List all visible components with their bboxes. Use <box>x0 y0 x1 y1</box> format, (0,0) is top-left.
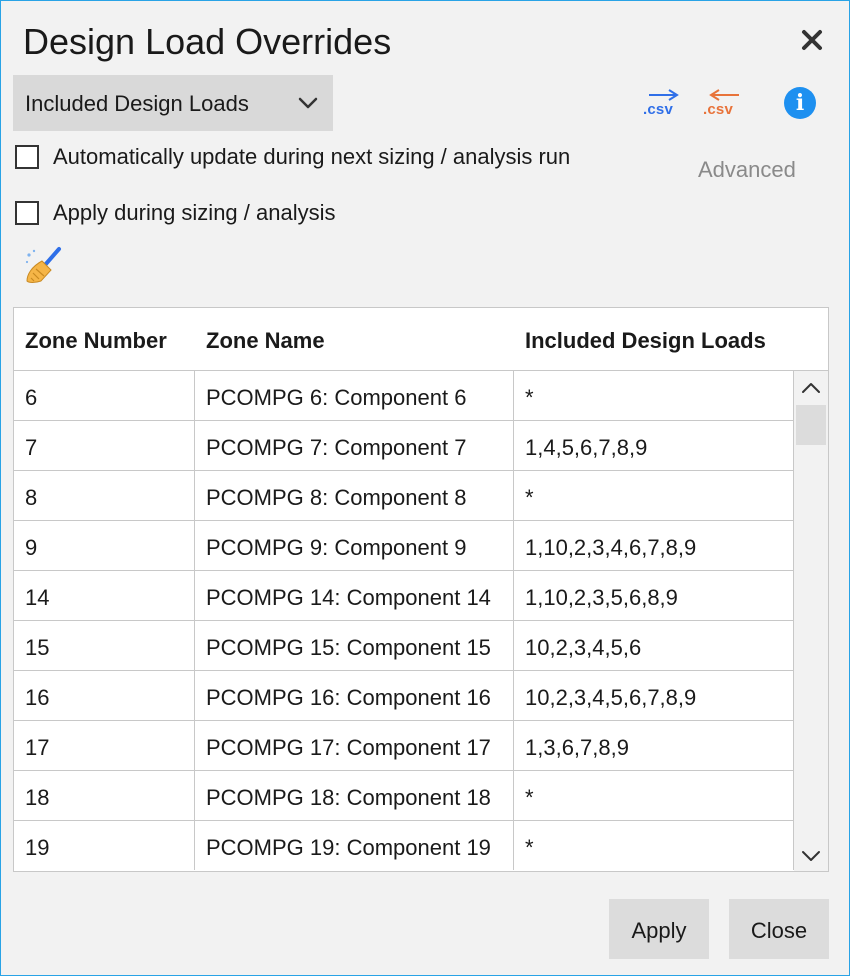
zone-number-cell[interactable]: 7 <box>14 420 195 470</box>
included-design-loads-cell[interactable]: 10,2,3,4,5,6 <box>514 620 794 670</box>
table-row[interactable]: 19 PCOMPG 19: Component 19 * <box>14 820 794 870</box>
zone-name-cell[interactable]: PCOMPG 8: Component 8 <box>195 470 514 520</box>
table-row[interactable]: 7 PCOMPG 7: Component 7 1,4,5,6,7,8,9 <box>14 420 794 470</box>
included-design-loads-cell[interactable]: * <box>514 470 794 520</box>
included-design-loads-cell[interactable]: * <box>514 820 794 870</box>
zone-number-cell[interactable]: 9 <box>14 520 195 570</box>
chevron-down-icon[interactable] <box>800 845 822 867</box>
zone-number-cell[interactable]: 6 <box>14 370 195 420</box>
export-csv-label: .csv <box>643 101 673 118</box>
zone-number-cell[interactable]: 14 <box>14 570 195 620</box>
zone-name-cell[interactable]: PCOMPG 19: Component 19 <box>195 820 514 870</box>
scrollbar-thumb[interactable] <box>796 405 826 445</box>
arrow-left-icon <box>709 89 739 101</box>
zone-number-cell[interactable]: 16 <box>14 670 195 720</box>
import-csv-label: .csv <box>703 101 733 118</box>
zone-number-cell[interactable]: 18 <box>14 770 195 820</box>
advanced-link[interactable]: Advanced <box>698 157 796 183</box>
table-row[interactable]: 15 PCOMPG 15: Component 15 10,2,3,4,5,6 <box>14 620 794 670</box>
info-icon[interactable]: i <box>784 87 816 119</box>
zone-number-cell[interactable]: 19 <box>14 820 195 870</box>
zone-name-cell[interactable]: PCOMPG 6: Component 6 <box>195 370 514 420</box>
zone-number-cell[interactable]: 15 <box>14 620 195 670</box>
close-icon[interactable] <box>797 25 827 55</box>
zone-name-cell[interactable]: PCOMPG 18: Component 18 <box>195 770 514 820</box>
zone-name-cell[interactable]: PCOMPG 15: Component 15 <box>195 620 514 670</box>
design-load-overrides-dialog: Design Load Overrides Included Design Lo… <box>0 0 850 976</box>
included-design-loads-cell[interactable]: 10,2,3,4,5,6,7,8,9 <box>514 670 794 720</box>
grid-header: Zone Number Zone Name Included Design Lo… <box>14 308 828 370</box>
chevron-up-icon[interactable] <box>800 377 822 399</box>
auto-update-option: Automatically update during next sizing … <box>15 143 635 173</box>
table-row[interactable]: 16 PCOMPG 16: Component 16 10,2,3,4,5,6,… <box>14 670 794 720</box>
included-design-loads-cell[interactable]: 1,3,6,7,8,9 <box>514 720 794 770</box>
zone-number-cell[interactable]: 8 <box>14 470 195 520</box>
zone-name-cell[interactable]: PCOMPG 7: Component 7 <box>195 420 514 470</box>
included-design-loads-cell[interactable]: * <box>514 370 794 420</box>
close-button[interactable]: Close <box>729 899 829 959</box>
auto-update-label: Automatically update during next sizing … <box>53 144 571 169</box>
apply-during-option: Apply during sizing / analysis <box>15 199 375 229</box>
apply-during-label: Apply during sizing / analysis <box>53 200 336 225</box>
view-mode-dropdown[interactable]: Included Design Loads <box>13 75 333 131</box>
table-row[interactable]: 8 PCOMPG 8: Component 8 * <box>14 470 794 520</box>
dropdown-selected-value: Included Design Loads <box>25 91 249 116</box>
import-csv-button[interactable]: .csv <box>703 87 743 123</box>
zone-name-cell[interactable]: PCOMPG 14: Component 14 <box>195 570 514 620</box>
included-design-loads-cell[interactable]: 1,10,2,3,5,6,8,9 <box>514 570 794 620</box>
zone-name-cell[interactable]: PCOMPG 16: Component 16 <box>195 670 514 720</box>
table-row[interactable]: 14 PCOMPG 14: Component 14 1,10,2,3,5,6,… <box>14 570 794 620</box>
included-design-loads-cell[interactable]: 1,4,5,6,7,8,9 <box>514 420 794 470</box>
dialog-title: Design Load Overrides <box>23 21 392 62</box>
table-row[interactable]: 18 PCOMPG 18: Component 18 * <box>14 770 794 820</box>
table-row[interactable]: 17 PCOMPG 17: Component 17 1,3,6,7,8,9 <box>14 720 794 770</box>
apply-during-checkbox[interactable] <box>15 201 39 225</box>
table-row[interactable]: 9 PCOMPG 9: Component 9 1,10,2,3,4,6,7,8… <box>14 520 794 570</box>
broom-icon[interactable] <box>23 245 65 287</box>
zone-name-cell[interactable]: PCOMPG 9: Component 9 <box>195 520 514 570</box>
auto-update-checkbox[interactable] <box>15 145 39 169</box>
zone-number-cell[interactable]: 17 <box>14 720 195 770</box>
column-header-included-design-loads[interactable]: Included Design Loads <box>514 308 828 370</box>
apply-button[interactable]: Apply <box>609 899 709 959</box>
table-row[interactable]: 6 PCOMPG 6: Component 6 * <box>14 370 794 420</box>
included-design-loads-cell[interactable]: * <box>514 770 794 820</box>
chevron-down-icon <box>298 97 318 109</box>
included-design-loads-cell[interactable]: 1,10,2,3,4,6,7,8,9 <box>514 520 794 570</box>
arrow-right-icon <box>649 89 679 101</box>
column-header-zone-number[interactable]: Zone Number <box>14 308 195 370</box>
zone-name-cell[interactable]: PCOMPG 17: Component 17 <box>195 720 514 770</box>
design-loads-grid: Zone Number Zone Name Included Design Lo… <box>13 307 829 872</box>
column-header-zone-name[interactable]: Zone Name <box>195 308 514 370</box>
vertical-scrollbar[interactable] <box>794 370 828 871</box>
export-csv-button[interactable]: .csv <box>643 87 683 123</box>
grid-body: 6 PCOMPG 6: Component 6 * 7 PCOMPG 7: Co… <box>14 370 794 870</box>
